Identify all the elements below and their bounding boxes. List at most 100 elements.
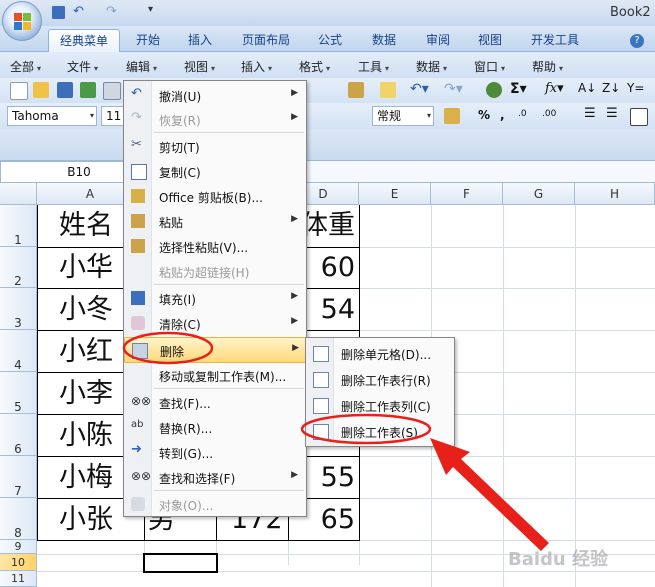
paste-icon[interactable] (348, 82, 364, 98)
decrease-indent-icon[interactable]: ☰ (584, 106, 596, 121)
menu-data[interactable]: 数据 (416, 58, 447, 75)
increase-decimal-icon[interactable]: .0 (518, 109, 527, 119)
delete-icon (132, 343, 148, 359)
insert-function-icon[interactable]: fx▾ (545, 81, 564, 96)
new-document-icon[interactable] (10, 82, 28, 100)
formatting-toolbar: Tahoma ▾ 11 常规 ▾ % , .0 .00 ☰ ☰ (0, 103, 655, 129)
menu-all[interactable]: 全部 (10, 58, 41, 75)
menu-item-delete[interactable]: 删除 ▶ (124, 337, 308, 363)
scissors-icon: ✂ (131, 137, 142, 152)
cell-a2[interactable]: 小华 (59, 250, 113, 286)
row-header-3[interactable]: 3 (0, 288, 37, 330)
submenu-item-delete-sheet[interactable]: 删除工作表(S) (306, 418, 454, 444)
redo-icon[interactable]: ↷ (106, 4, 117, 19)
menu-window[interactable]: 窗口 (474, 58, 505, 75)
menu-item-paste-special[interactable]: 选择性粘贴(V)... (124, 234, 306, 258)
row-header-8[interactable]: 8 (0, 498, 37, 540)
filter-icon[interactable]: Y= (627, 81, 644, 95)
menu-view[interactable]: 视图 (184, 58, 215, 75)
format-painter-icon[interactable] (380, 82, 396, 98)
tab-page-layout[interactable]: 页面布局 (234, 29, 298, 52)
column-header-f[interactable]: F (431, 183, 503, 205)
menu-item-move-copy-sheet[interactable]: 移动或复制工作表(M)... (124, 363, 306, 387)
undo-icon[interactable]: ↶▾ (410, 81, 429, 97)
menu-item-cut[interactable]: ✂ 剪切(T) (124, 134, 306, 158)
customize-toolbar-icon[interactable]: ▾ (148, 4, 153, 15)
redo-icon[interactable]: ↷▾ (444, 81, 463, 97)
menu-tools[interactable]: 工具 (358, 58, 389, 75)
office-button[interactable] (2, 1, 42, 41)
tab-insert[interactable]: 插入 (178, 29, 222, 52)
column-header-g[interactable]: G (503, 183, 575, 205)
menu-item-goto[interactable]: ➜ 转到(G)... (124, 440, 306, 464)
menu-item-undo[interactable]: ↶ 撤消(U) ▶ (124, 83, 306, 107)
save-icon[interactable] (57, 82, 73, 98)
tab-classic-menu[interactable]: 经典菜单 (48, 29, 120, 53)
tab-data[interactable]: 数据 (362, 29, 406, 52)
open-folder-icon[interactable] (33, 82, 49, 98)
row-header-9[interactable]: 9 (0, 540, 37, 554)
select-all-corner[interactable] (0, 183, 37, 205)
row-header-6[interactable]: 6 (0, 414, 37, 456)
tab-formulas[interactable]: 公式 (308, 29, 352, 52)
row-header-1[interactable]: 1 (0, 205, 37, 247)
menu-edit[interactable]: 编辑 (126, 58, 157, 75)
menu-insert[interactable]: 插入 (241, 58, 272, 75)
menu-item-paste[interactable]: 粘贴 ▶ (124, 209, 306, 233)
menu-item-find-select[interactable]: ⊗⊗ 查找和选择(F) ▶ (124, 465, 306, 489)
ribbon-group-footer (0, 129, 655, 161)
row-header-7[interactable]: 7 (0, 456, 37, 498)
menu-item-fill[interactable]: 填充(I) ▶ (124, 286, 306, 310)
cell-a4[interactable]: 小红 (59, 334, 113, 370)
tab-developer[interactable]: 开发工具 (522, 29, 588, 52)
cell-a6[interactable]: 小陈 (59, 418, 113, 454)
sort-ascending-icon[interactable]: A↓ (578, 81, 596, 95)
menu-help[interactable]: 帮助 (532, 58, 563, 75)
tab-view[interactable]: 视图 (468, 29, 512, 52)
menu-format[interactable]: 格式 (299, 58, 330, 75)
column-header-h[interactable]: H (575, 183, 655, 205)
row-header-4[interactable]: 4 (0, 330, 37, 372)
save-icon[interactable] (52, 6, 65, 19)
goto-arrow-icon: ➜ (131, 442, 142, 457)
menu-item-office-clipboard[interactable]: Office 剪贴板(B)... (124, 184, 306, 208)
help-icon[interactable]: ? (630, 34, 644, 48)
comma-style-icon[interactable]: , (500, 108, 505, 122)
permission-icon[interactable] (80, 82, 96, 98)
row-header-2[interactable]: 2 (0, 247, 37, 288)
sort-descending-icon[interactable]: Z↓ (602, 81, 620, 95)
submenu-item-delete-column[interactable]: 删除工作表列(C) (306, 392, 454, 418)
menu-item-clear[interactable]: 清除(C) ▶ (124, 311, 306, 335)
row-header-10[interactable]: 10 (0, 554, 37, 571)
replace-icon: ab (131, 419, 144, 430)
tab-review[interactable]: 审阅 (416, 29, 460, 52)
decrease-decimal-icon[interactable]: .00 (542, 109, 556, 119)
undo-icon[interactable]: ↶ (73, 4, 84, 19)
tab-home[interactable]: 开始 (126, 29, 170, 52)
increase-indent-icon[interactable]: ☰ (606, 106, 618, 121)
borders-icon[interactable] (630, 108, 648, 126)
submenu-item-delete-row[interactable]: 删除工作表行(R) (306, 366, 454, 392)
menu-item-copy[interactable]: 复制(C) (124, 159, 306, 183)
cell-a1[interactable]: 姓名 (59, 208, 113, 244)
print-icon[interactable] (103, 82, 121, 100)
column-header-e[interactable]: E (359, 183, 431, 205)
autosum-icon[interactable]: Σ▾ (510, 81, 527, 97)
cell-a7[interactable]: 小梅 (59, 460, 113, 496)
cell-a3[interactable]: 小冬 (59, 292, 113, 328)
menu-item-replace[interactable]: ab 替换(R)... (124, 415, 306, 439)
menu-item-find[interactable]: ⊗⊗ 查找(F)... (124, 390, 306, 414)
currency-icon[interactable] (444, 108, 460, 124)
cell-a8[interactable]: 小张 (59, 502, 113, 538)
row-header-5[interactable]: 5 (0, 372, 37, 414)
font-name-select[interactable]: Tahoma ▾ (7, 106, 97, 126)
number-format-select[interactable]: 常规 ▾ (372, 106, 434, 126)
row-header-11[interactable]: 11 (0, 571, 37, 587)
percent-icon[interactable]: % (478, 108, 490, 122)
undo-icon: ↶ (131, 86, 142, 101)
active-cell-b10[interactable] (143, 553, 218, 573)
cell-a5[interactable]: 小李 (59, 376, 113, 412)
menu-file[interactable]: 文件 (67, 58, 98, 75)
submenu-item-delete-cells[interactable]: 删除单元格(D)... (306, 340, 454, 366)
hyperlink-icon[interactable] (486, 82, 502, 98)
